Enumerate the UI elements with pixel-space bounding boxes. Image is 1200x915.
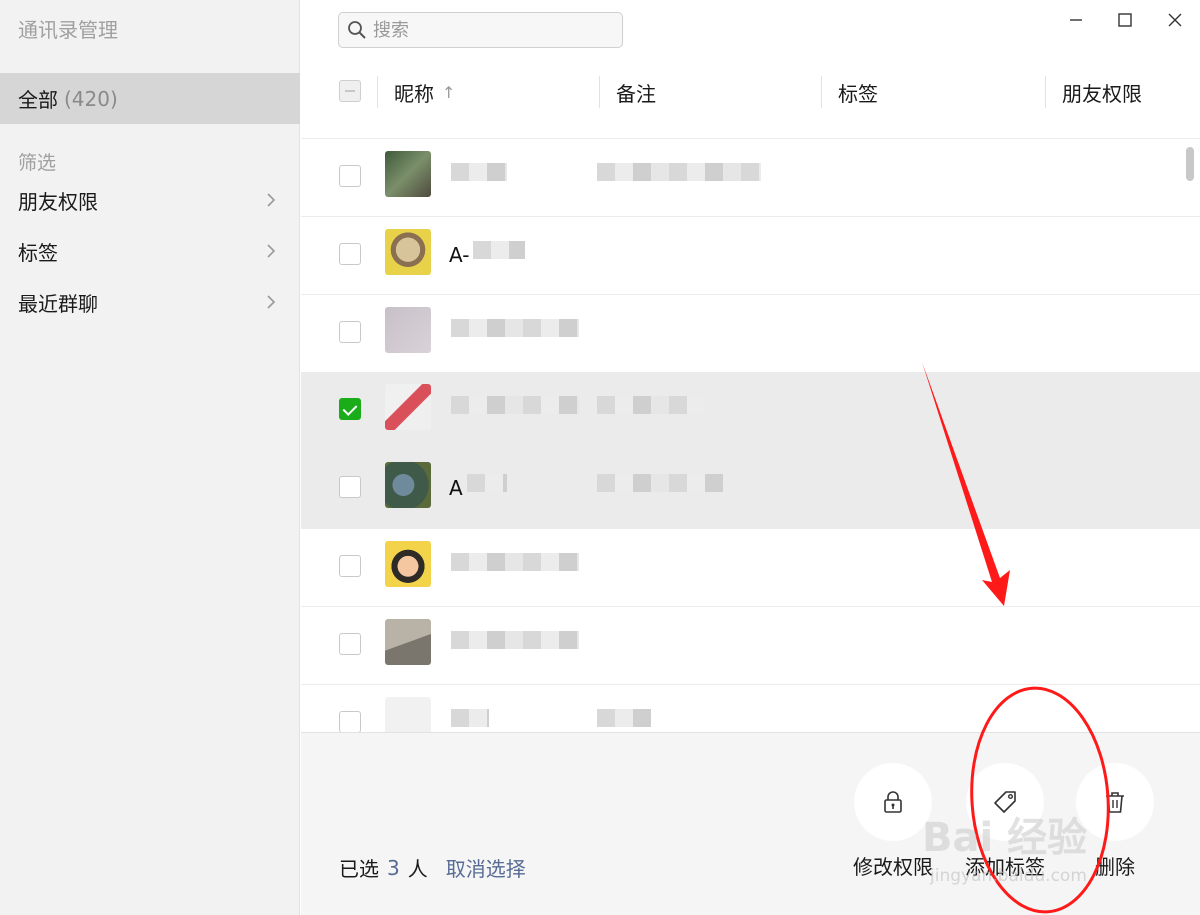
app-title: 通讯录管理 (18, 18, 118, 42)
table-row[interactable] (301, 294, 1200, 372)
delete-circle (1076, 763, 1154, 841)
table-row[interactable] (301, 372, 1200, 450)
sidebar-item-label: 最近群聊 (18, 291, 98, 316)
table-row[interactable] (301, 528, 1200, 606)
nickname-blurred (473, 241, 525, 259)
avatar (385, 541, 431, 587)
list-scrollbar[interactable] (1186, 147, 1194, 181)
avatar (385, 697, 431, 732)
sidebar: 通讯录管理 全部 (420) 筛选 朋友权限 标签 最近群聊 (0, 0, 300, 915)
minimize-button[interactable] (1058, 6, 1094, 34)
row-checkbox[interactable] (339, 555, 361, 577)
remark-blurred (597, 474, 723, 492)
table-row[interactable]: A- (301, 216, 1200, 294)
row-checkbox[interactable] (339, 398, 361, 420)
select-all-checkbox[interactable] (339, 80, 361, 102)
contact-nickname: A- (449, 243, 470, 267)
selected-count: 3 (387, 855, 400, 880)
cancel-selection-link[interactable]: 取消选择 (446, 853, 526, 882)
avatar (385, 384, 431, 430)
avatar (385, 307, 431, 353)
sort-ascending-icon: ↑ (442, 82, 456, 102)
remark-blurred (597, 709, 651, 727)
lock-icon (884, 791, 902, 813)
nickname-blurred (451, 319, 579, 337)
close-icon (1168, 13, 1182, 27)
table-header: 昵称 ↑ 备注 标签 朋友权限 (301, 68, 1200, 116)
nickname-blurred (451, 631, 579, 649)
column-header-label: 标签 (838, 81, 878, 106)
watermark-url: jingyan.baidu.com (930, 866, 1087, 886)
contact-list: A- A (301, 138, 1200, 732)
maximize-button[interactable] (1107, 6, 1143, 34)
table-row[interactable] (301, 138, 1200, 216)
avatar (385, 619, 431, 665)
minimize-icon (1070, 19, 1082, 21)
sidebar-item-all-label: 全部 (18, 88, 58, 112)
search-input[interactable] (373, 19, 603, 41)
row-checkbox[interactable] (339, 711, 361, 732)
close-button[interactable] (1157, 6, 1193, 34)
selection-summary: 已选 3 人 取消选择 (339, 853, 526, 882)
chevron-right-icon (267, 244, 276, 258)
row-checkbox[interactable] (339, 243, 361, 265)
filter-heading: 筛选 (18, 152, 57, 174)
sidebar-item-recent-groups[interactable]: 最近群聊 (0, 279, 300, 325)
row-checkbox[interactable] (339, 321, 361, 343)
search-box[interactable] (338, 12, 623, 48)
nickname-blurred (451, 396, 579, 414)
main-panel: 昵称 ↑ 备注 标签 朋友权限 A- (301, 0, 1200, 915)
avatar (385, 151, 431, 197)
watermark-logo: Bai 经验 (922, 815, 1088, 861)
selected-suffix: 人 (407, 857, 428, 881)
sidebar-item-label: 朋友权限 (18, 189, 98, 214)
column-friend-permission: 朋友权限 (1045, 76, 1195, 108)
column-header-label: 昵称 (394, 81, 434, 106)
table-row[interactable]: A (301, 450, 1200, 528)
row-checkbox[interactable] (339, 165, 361, 187)
row-checkbox[interactable] (339, 476, 361, 498)
nickname-blurred (467, 474, 507, 492)
sidebar-item-tags[interactable]: 标签 (0, 228, 300, 274)
nickname-blurred (451, 709, 489, 727)
column-remark: 备注 (599, 76, 821, 108)
chevron-right-icon (267, 193, 276, 207)
column-header-label: 朋友权限 (1062, 81, 1142, 106)
contact-count: (420) (64, 86, 118, 111)
trash-icon (1106, 792, 1124, 813)
sidebar-item-label: 标签 (18, 240, 58, 265)
remark-blurred (597, 163, 761, 181)
avatar (385, 229, 431, 275)
remark-blurred (597, 396, 705, 414)
column-tags: 标签 (821, 76, 1045, 108)
row-checkbox[interactable] (339, 633, 361, 655)
nickname-blurred (451, 163, 507, 181)
search-icon (348, 21, 366, 39)
table-row[interactable] (301, 684, 1200, 732)
nickname-blurred (451, 553, 579, 571)
column-nickname[interactable]: 昵称 ↑ (377, 76, 599, 108)
column-header-label: 备注 (616, 81, 656, 106)
avatar (385, 462, 431, 508)
sidebar-item-permissions[interactable]: 朋友权限 (0, 177, 300, 223)
sidebar-item-all[interactable]: 全部 (420) (0, 73, 300, 124)
maximize-icon (1118, 13, 1132, 27)
modify-permission-circle (854, 763, 932, 841)
contact-nickname: A (449, 476, 463, 500)
table-row[interactable] (301, 606, 1200, 684)
selected-prefix: 已选 (339, 857, 379, 881)
chevron-right-icon (267, 295, 276, 309)
